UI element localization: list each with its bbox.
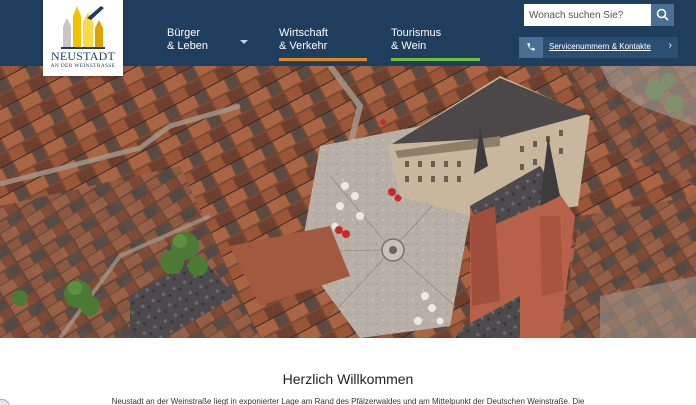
hero-image [0, 66, 696, 338]
nav-item-label: & Verkehr [279, 40, 328, 52]
search-button[interactable] [651, 4, 674, 26]
logo-subtitle: AN DER WEINSTRASSE [50, 63, 116, 69]
search-input[interactable] [524, 4, 651, 26]
nav-item-tourismus[interactable]: Tourismus & Wein [391, 27, 480, 61]
welcome-title: Herzlich Willkommen [282, 371, 414, 387]
service-label: Servicenummern & Kontakte [549, 42, 651, 51]
page: NEUSTADT AN DER WEINSTRASSE Bürger & Leb… [0, 0, 696, 405]
nav-item-label: Tourismus [391, 27, 442, 39]
service-contacts-link[interactable]: Servicenummern & Kontakte › [519, 37, 678, 58]
logo-name: NEUSTADT [51, 49, 115, 63]
aerial-view-old-town-image [0, 66, 696, 338]
welcome-text: Neustadt an der Weinstraße liegt in expo… [111, 397, 585, 405]
nav-item-buerger[interactable]: Bürger & Leben [167, 27, 248, 61]
nav-item-label: & Wein [391, 40, 427, 52]
phone-icon [519, 37, 543, 58]
nav-accent-bar [279, 58, 367, 61]
nav-item-label: Wirtschaft [279, 27, 328, 39]
site-logo[interactable]: NEUSTADT AN DER WEINSTRASSE [43, 0, 123, 76]
nav-item-label: Bürger [167, 27, 201, 39]
nav-accent-bar [391, 58, 480, 61]
site-header: NEUSTADT AN DER WEINSTRASSE Bürger & Leb… [0, 0, 696, 76]
nav-item-wirtschaft[interactable]: Wirtschaft & Verkehr [279, 27, 367, 61]
chevron-right-icon: › [668, 40, 672, 51]
nav-item-label: & Leben [167, 40, 208, 52]
city-arms-logo-icon [61, 6, 105, 49]
chevron-down-icon [240, 40, 248, 44]
search-icon [656, 8, 669, 21]
